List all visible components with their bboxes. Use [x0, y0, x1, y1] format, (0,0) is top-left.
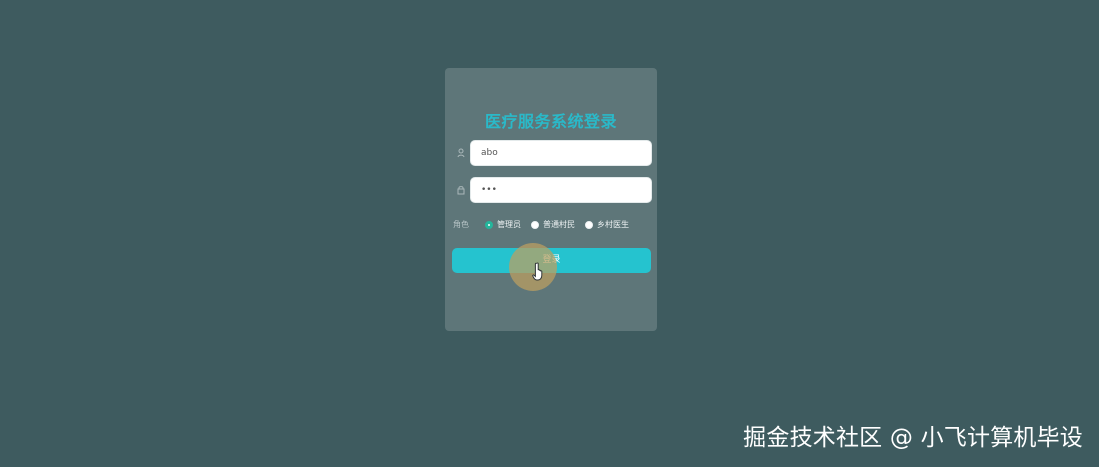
role-option-doctor-label: 乡村医生: [597, 220, 629, 229]
role-label: 角色: [453, 220, 469, 229]
radio-button-villager[interactable]: [531, 221, 539, 229]
login-button[interactable]: 登录: [452, 248, 651, 273]
role-option-doctor[interactable]: 乡村医生: [585, 218, 629, 232]
page: 医疗服务系统登录 角色 管理员: [0, 0, 1099, 467]
role-option-admin-label: 管理员: [497, 220, 521, 229]
login-title: 医疗服务系统登录: [484, 112, 617, 131]
username-input[interactable]: [470, 140, 652, 166]
watermark: 掘金技术社区 @ 小飞计算机毕设: [743, 425, 1083, 451]
username-row: [453, 140, 652, 166]
password-input[interactable]: [470, 177, 652, 203]
radio-button-doctor[interactable]: [585, 221, 593, 229]
role-option-villager[interactable]: 普通村民: [531, 218, 575, 232]
login-card: 医疗服务系统登录 角色 管理员: [445, 68, 657, 331]
role-option-villager-label: 普通村民: [543, 220, 575, 229]
role-option-admin[interactable]: 管理员: [485, 218, 521, 232]
radio-button-admin[interactable]: [485, 221, 493, 229]
lock-icon: [457, 185, 465, 195]
pointer-cursor-icon: [532, 262, 543, 281]
password-row: [453, 177, 652, 203]
user-icon: [457, 148, 465, 158]
role-selector: 角色 管理员 普通村民 乡村医生: [453, 218, 652, 232]
